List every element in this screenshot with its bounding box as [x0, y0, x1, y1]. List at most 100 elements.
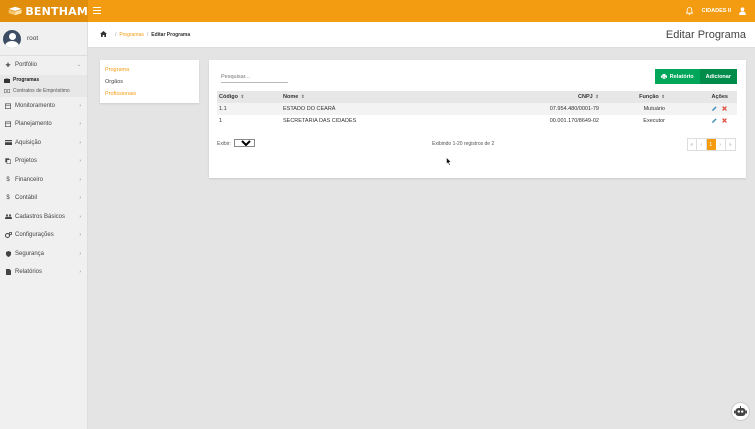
sort-icon: ⇕ [595, 94, 599, 99]
orgaos-table: Código ⇕ Nome ⇕ CNPJ ⇕ Função ⇕ Ações 1.… [217, 91, 737, 127]
mouse-cursor-icon [446, 157, 452, 166]
table-row: 1 SECRETARIA DAS CIDADES 00.001.170/8649… [217, 115, 737, 127]
tab-profissionais[interactable]: Profissionais [100, 88, 199, 100]
table-header-row: Código ⇕ Nome ⇕ CNPJ ⇕ Função ⇕ Ações [217, 91, 737, 103]
content-header: / Programas / Editar Programa Editar Pro… [88, 22, 755, 48]
breadcrumb-programas-link[interactable]: Programas [119, 32, 143, 38]
pagination-first[interactable]: « [687, 139, 697, 150]
sidebar-subitem-contratos[interactable]: Contratos de Empréstimo [0, 86, 87, 97]
sort-icon: ⇕ [240, 94, 245, 99]
home-icon[interactable] [100, 31, 107, 38]
table-row: 1.1 ESTADO DO CEARÁ 07.954.480/0001-79 M… [217, 103, 737, 115]
edit-pencil-icon[interactable] [712, 117, 717, 123]
edit-pencil-icon[interactable] [712, 105, 717, 111]
sidebar-item-aquisicao[interactable]: Aquisição › [0, 134, 87, 153]
column-header-role[interactable]: Função ⇕ [601, 91, 667, 103]
cell-actions [667, 103, 737, 115]
sidebar-item-planejamento[interactable]: Planejamento › [0, 115, 87, 134]
bell-icon[interactable] [684, 0, 696, 22]
action-buttons: Relatório Adicionar [654, 69, 737, 84]
top-navbar: BENTHAM CIDADES II [0, 0, 755, 22]
chevron-right-icon: › [79, 250, 81, 257]
sidebar-item-label: Segurança [15, 250, 45, 257]
sidebar-item-monitoramento[interactable]: Monitoramento › [0, 97, 87, 116]
robot-icon [734, 406, 747, 416]
sidebar-item-cadastros-basicos[interactable]: Cadastros Básicos › [0, 208, 87, 227]
add-button[interactable]: Adicionar [699, 69, 737, 84]
sidebar-item-relatorios[interactable]: Relatórios › [0, 263, 87, 282]
breadcrumb: / Programas / Editar Programa [100, 31, 190, 38]
pagination-prev[interactable]: ‹ [697, 139, 707, 150]
pagination-last[interactable]: » [725, 139, 735, 150]
cell-cnpj: 00.001.170/8649-02 [549, 118, 599, 124]
sidebar-item-label: Financeiro [15, 176, 44, 183]
sidebar-item-seguranca[interactable]: Segurança › [0, 245, 87, 264]
tab-programa[interactable]: Programa [100, 64, 199, 76]
report-button[interactable]: Relatório [654, 69, 700, 84]
avatar [3, 29, 21, 48]
records-info: Exibindo 1-20 registros de 2 [432, 141, 495, 147]
sidebar-toggle-icon[interactable] [93, 6, 101, 15]
money-icon [4, 89, 11, 93]
sidebar-item-contabil[interactable]: $ Contábil › [0, 189, 87, 208]
column-header-code[interactable]: Código ⇕ [217, 91, 281, 103]
cell-code: 1.1 [219, 106, 227, 112]
chevron-right-icon: › [79, 158, 81, 165]
sidebar-item-portfolio[interactable]: ✚ Portfólio ⌄ [0, 56, 87, 75]
chevron-right-icon: › [79, 195, 81, 202]
plus-icon: ✚ [5, 62, 11, 69]
sidebar-subitem-label: Programas [13, 77, 40, 83]
cell-name: SECRETARIA DAS CIDADES [283, 118, 357, 124]
sort-icon: ⇕ [300, 94, 305, 99]
chevron-right-icon: › [79, 232, 81, 239]
chevron-right-icon: › [79, 213, 81, 220]
column-header-cnpj[interactable]: CNPJ ⇕ [481, 91, 601, 103]
user-icon[interactable] [737, 0, 747, 22]
chevron-right-icon: › [79, 269, 81, 276]
edit-tabs: Programa Orgãos Profissionais [100, 60, 199, 103]
breadcrumb-current: Editar Programa [151, 31, 191, 38]
table-footer: Exibir: 20 Exibindo 1-20 registros de 2 … [217, 138, 737, 151]
delete-x-icon[interactable] [722, 117, 727, 123]
chevron-right-icon: › [79, 121, 81, 128]
pagination-next[interactable]: › [716, 139, 726, 150]
user-name: root [27, 35, 39, 42]
report-button-label: Relatório [669, 73, 694, 80]
copy-icon [4, 158, 12, 165]
column-header-actions: Ações [711, 94, 728, 100]
bentham-logo-icon [8, 6, 22, 16]
cell-role: Mutuário [643, 106, 665, 112]
chevron-right-icon: › [79, 139, 81, 146]
tab-orgaos[interactable]: Orgãos [100, 76, 199, 88]
users-icon [4, 214, 12, 220]
sidebar: root ✚ Portfólio ⌄ Programas Contratos d… [0, 22, 88, 429]
user-panel: root [0, 22, 87, 56]
sidebar-item-label: Contábil [15, 195, 38, 202]
chatbot-button[interactable] [731, 402, 750, 421]
calendar-icon [4, 121, 12, 128]
sidebar-item-label: Projetos [15, 158, 38, 165]
search-input[interactable] [221, 72, 288, 83]
sidebar-subitem-programas[interactable]: Programas [0, 75, 87, 86]
page-size-label: Exibir: [217, 141, 231, 147]
sidebar-item-label: Relatórios [15, 269, 43, 276]
sidebar-item-label: Planejamento [15, 121, 52, 128]
sidebar-item-financeiro[interactable]: $ Financeiro › [0, 171, 87, 190]
sidebar-item-label: Configurações [15, 232, 54, 239]
sidebar-item-label: Portfólio [15, 62, 38, 69]
sidebar-item-projetos[interactable]: Projetos › [0, 152, 87, 171]
user-city-menu[interactable]: CIDADES II [702, 8, 731, 14]
chevron-down-icon: ⌄ [76, 62, 81, 69]
column-header-name[interactable]: Nome ⇕ [281, 91, 481, 103]
page-size-select[interactable]: 20 [234, 139, 255, 147]
briefcase-icon [4, 77, 11, 83]
sidebar-item-label: Aquisição [15, 139, 42, 146]
breadcrumb-separator: / [115, 31, 117, 38]
print-icon [660, 74, 667, 79]
pagination-page[interactable]: 1 [706, 139, 716, 150]
sidebar-item-configuracoes[interactable]: Configurações › [0, 226, 87, 245]
brand-logo-area[interactable]: BENTHAM [0, 0, 88, 22]
page-title: Editar Programa [665, 29, 746, 41]
delete-x-icon[interactable] [722, 105, 727, 111]
sidebar-item-label: Monitoramento [15, 102, 56, 109]
